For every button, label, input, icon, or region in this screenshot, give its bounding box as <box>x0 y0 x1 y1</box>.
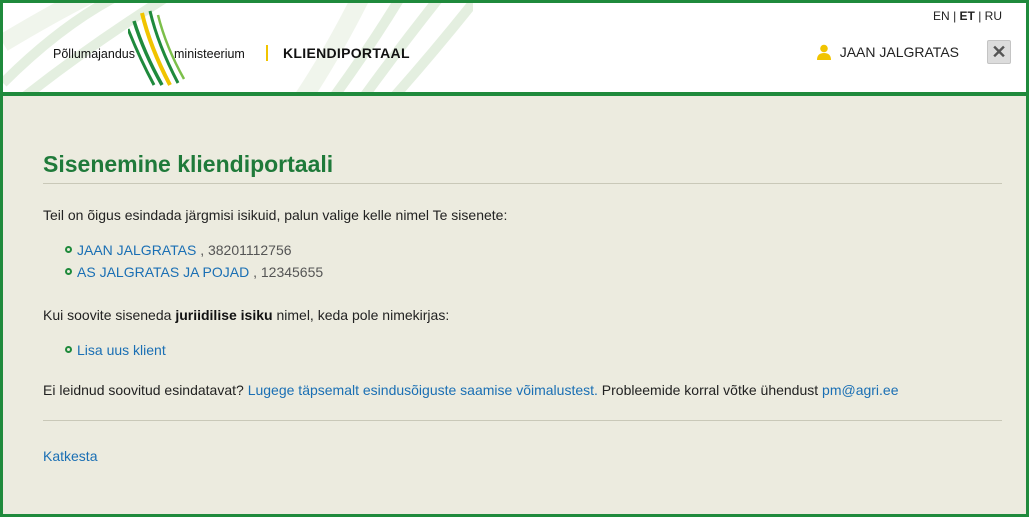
representation-info-link[interactable]: Lugege täpsemalt esindusõiguste saamise … <box>248 382 598 398</box>
list-item: Lisa uus klient <box>65 339 1002 361</box>
page-title: Sisenemine kliendiportaali <box>43 151 1002 184</box>
user-menu[interactable]: JAAN JALGRATAS <box>816 44 959 60</box>
lang-ru[interactable]: RU <box>985 9 1002 23</box>
logo-separator <box>266 45 268 61</box>
portal-name: KLIENDIPORTAAL <box>283 45 410 61</box>
user-icon <box>816 44 831 60</box>
close-icon: ✕ <box>991 42 1007 62</box>
not-found-middle: Probleemide korral võtke ühendust <box>597 382 823 398</box>
lang-en[interactable]: EN <box>933 9 950 23</box>
client-code: , 12345655 <box>253 264 324 280</box>
client-list: JAAN JALGRATAS , 38201112756 AS JALGRATA… <box>65 239 1002 283</box>
app-frame: Põllumajandus ministeerium KLIENDIPORTAA… <box>0 0 1029 517</box>
add-client-link[interactable]: Lisa uus klient <box>77 342 166 358</box>
list-item: JAAN JALGRATAS , 38201112756 <box>65 239 1002 261</box>
cancel-link[interactable]: Katkesta <box>43 448 97 464</box>
logo-text-left: Põllumajandus <box>53 47 135 61</box>
logo[interactable]: Põllumajandus ministeerium KLIENDIPORTAA… <box>53 7 413 87</box>
cancel-row: Katkesta <box>43 448 1002 464</box>
header: Põllumajandus ministeerium KLIENDIPORTAA… <box>3 3 1026 92</box>
client-link-jaan[interactable]: JAAN JALGRATAS <box>77 242 196 258</box>
logout-close-button[interactable]: ✕ <box>987 40 1011 64</box>
intro-text: Teil on õigus esindada järgmisi isikuid,… <box>43 207 508 223</box>
legal-entity-bold: juriidilise isiku <box>175 307 273 323</box>
client-code: , 38201112756 <box>200 242 292 258</box>
list-item: AS JALGRATAS JA POJAD , 12345655 <box>65 261 1002 283</box>
add-client-list: Lisa uus klient <box>65 339 1002 361</box>
main-content: Sisenemine kliendiportaali Teil on õigus… <box>43 96 1002 464</box>
language-switcher: EN | ET | RU <box>933 9 1002 23</box>
legal-entity-text-before: Kui soovite siseneda <box>43 307 176 323</box>
divider <box>43 420 1002 421</box>
not-found-text: Ei leidnud soovitud esindatavat? Lugege … <box>43 382 1002 398</box>
client-link-as-jalgratas[interactable]: AS JALGRATAS JA POJAD <box>77 264 249 280</box>
user-name: JAAN JALGRATAS <box>839 44 959 60</box>
lang-et[interactable]: ET <box>960 9 975 23</box>
contact-email-link[interactable]: pm@agri.ee <box>822 382 898 398</box>
logo-text-right: ministeerium <box>174 47 245 61</box>
legal-entity-text: Kui soovite siseneda juriidilise isiku n… <box>43 307 1002 323</box>
not-found-before: Ei leidnud soovitud esindatavat? <box>43 382 248 398</box>
legal-entity-text-after: nimel, keda pole nimekirjas: <box>272 307 450 323</box>
